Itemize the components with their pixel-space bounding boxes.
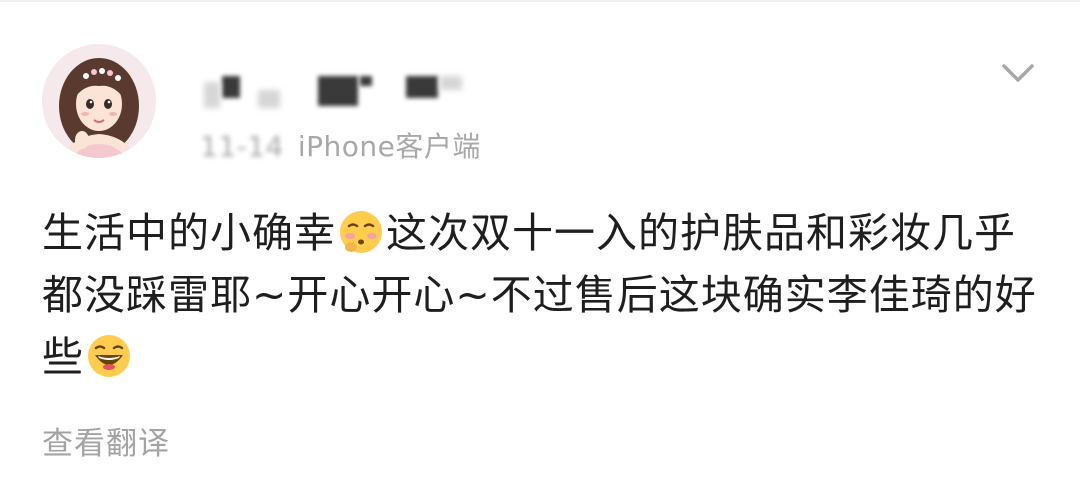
post-text-part-1: 生活中的小确幸 [42, 209, 336, 257]
name-mosaic-block [318, 76, 358, 106]
name-mosaic-block [204, 82, 220, 108]
name-mosaic-block [258, 90, 280, 108]
top-divider [0, 0, 1080, 2]
post-meta: 11-14 iPhone客户端 [200, 125, 481, 165]
flushed-face-emoji [338, 209, 384, 255]
translate-link[interactable]: 查看翻译 [42, 418, 170, 463]
name-mosaic-block [222, 76, 240, 98]
post-source: iPhone客户端 [297, 130, 481, 163]
post-time: 11-14 [200, 130, 284, 163]
avatar[interactable] [42, 44, 156, 158]
name-mosaic-block [406, 76, 438, 98]
name-mosaic-block [360, 76, 372, 86]
name-mosaic-block [440, 76, 462, 90]
chevron-down-icon[interactable] [998, 58, 1038, 88]
avatar-illustration [42, 44, 156, 158]
post-content: 生活中的小确幸 这次双十一入的护肤品和彩妆几乎都没踩雷耶~开心开心~不过售后这块… [42, 202, 1042, 388]
username-obscured[interactable] [200, 72, 470, 108]
laughing-face-emoji [86, 333, 132, 379]
